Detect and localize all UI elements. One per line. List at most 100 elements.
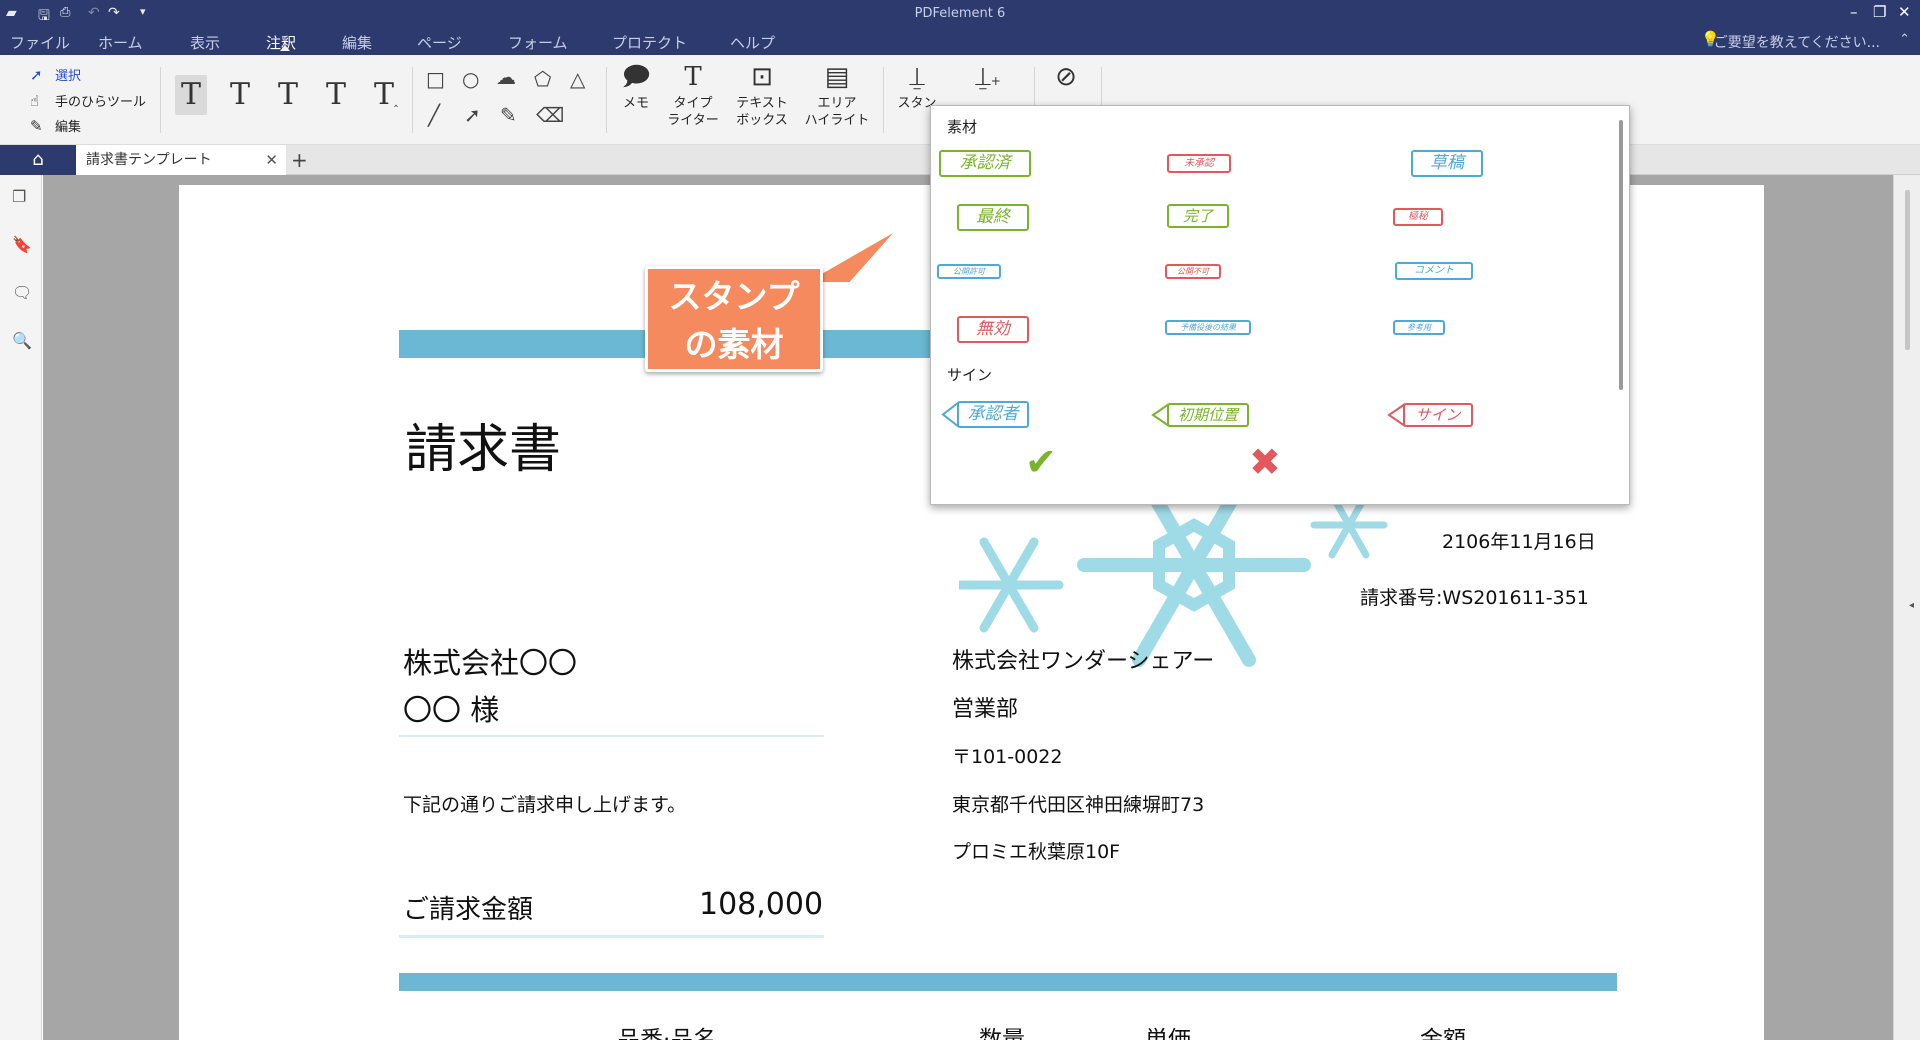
menu-protect[interactable]: プロテクト xyxy=(612,32,687,53)
ribbon-divider xyxy=(160,67,161,133)
ribbon-divider xyxy=(412,67,413,133)
menu-form[interactable]: フォーム xyxy=(508,32,568,53)
vertical-scrollbar[interactable] xyxy=(1905,190,1910,350)
strikethrough-text-icon[interactable]: T xyxy=(272,75,304,115)
stamp-void[interactable]: 無効 xyxy=(957,316,1029,343)
stamp-comment[interactable]: コメント xyxy=(1395,262,1473,280)
maximize-icon[interactable]: ❐ xyxy=(1873,3,1886,21)
hand-tool-label: 手のひらツール xyxy=(55,95,147,110)
home-icon: ⌂ xyxy=(32,149,44,170)
edit-icon: ✎ xyxy=(30,116,43,135)
typewriter-label-1: タイプ xyxy=(673,96,713,111)
area-highlight-label-2: ハイライト xyxy=(804,113,870,128)
ribbon-divider xyxy=(606,67,607,133)
bookmark-icon[interactable]: 🔖 xyxy=(12,235,32,254)
area-highlight-tool[interactable]: ▤ エリア ハイライト xyxy=(802,59,872,129)
thumbnails-icon[interactable]: ❐ xyxy=(12,187,26,206)
menu-file[interactable]: ファイル xyxy=(10,32,70,53)
squiggly-text-icon[interactable]: T xyxy=(320,75,352,115)
textbox-tool[interactable]: ⊡ テキスト ボックス xyxy=(733,59,791,129)
sign-signature[interactable]: サイン xyxy=(1403,403,1473,427)
snowflake-decoration xyxy=(959,485,1388,667)
minimize-icon[interactable]: – xyxy=(1850,3,1858,21)
stamp-approved[interactable]: 承認済 xyxy=(939,150,1031,177)
stamp-completed[interactable]: 完了 xyxy=(1167,204,1229,228)
confirm-check-icon[interactable]: ✔ xyxy=(1025,440,1057,484)
menu-help[interactable]: ヘルプ xyxy=(730,32,775,53)
stamp-for-reference[interactable]: 参考用 xyxy=(1393,320,1445,335)
callout-line-1: スタンプ xyxy=(668,277,800,316)
typewriter-tool[interactable]: T タイプ ライター xyxy=(664,59,722,129)
stamp-material-callout: スタンプ の素材 xyxy=(645,266,823,372)
sign-signature-tip xyxy=(1387,403,1406,427)
signature-stamp-tool[interactable]: ⍊+ xyxy=(968,59,1008,95)
document-tab-label: 請求書テンプレート xyxy=(86,152,212,168)
home-tab[interactable]: ⌂ xyxy=(0,145,76,175)
client-underline xyxy=(399,735,824,737)
menu-home[interactable]: ホーム xyxy=(98,32,143,53)
typewriter-icon: T xyxy=(684,62,702,92)
cursor-icon: ➚ xyxy=(30,65,43,84)
ribbon-divider xyxy=(883,67,884,133)
comments-icon[interactable]: 🗨 xyxy=(12,283,32,302)
polyline-icon[interactable]: △ xyxy=(570,67,585,91)
rectangle-icon[interactable]: □ xyxy=(426,67,445,91)
cloud-icon[interactable]: ☁ xyxy=(496,65,516,89)
menu-view[interactable]: 表示 xyxy=(190,32,220,53)
menu-bar: ファイル ホーム 表示 注釈 編集 ページ フォーム プロテクト ヘルプ 💡 ご… xyxy=(0,27,1920,55)
invoice-title: 請求書 xyxy=(405,420,562,480)
select-tool[interactable]: ➚ 選択 xyxy=(30,65,81,85)
hand-icon: ☝ xyxy=(30,91,40,110)
stamp-public-allowed[interactable]: 公開許可 xyxy=(937,264,1001,279)
pencil-icon[interactable]: ✎ xyxy=(500,103,517,127)
stamp-icon: ⍊ xyxy=(909,62,925,92)
insert-text-icon[interactable]: T‸ xyxy=(366,75,406,115)
app-window: ▰ 🖫 ⎙ ↶ ↷ ▾ PDFelement 6 – ❐ ✕ ファイル ホーム … xyxy=(0,0,1920,1040)
highlight-text-icon[interactable]: T xyxy=(175,75,207,115)
stamp-reserve-result[interactable]: 予備役後の結果 xyxy=(1165,320,1251,335)
stamp-confidential[interactable]: 極秘 xyxy=(1393,208,1443,226)
sign-approver[interactable]: 承認者 xyxy=(957,401,1029,428)
invoice-intro: 下記の通りご請求申し上げます。 xyxy=(403,794,687,816)
menu-page[interactable]: ページ xyxy=(417,32,462,53)
title-bar: ▰ 🖫 ⎙ ↶ ↷ ▾ PDFelement 6 – ❐ ✕ xyxy=(0,0,1920,27)
hand-tool[interactable]: ☝ 手のひらツール xyxy=(30,91,147,111)
issuer-company: 株式会社ワンダーシェアー xyxy=(952,649,1215,674)
line-icon[interactable]: ╱ xyxy=(428,103,440,127)
document-tab[interactable]: 請求書テンプレート ✕ xyxy=(76,145,286,175)
collapse-ribbon-icon[interactable]: ⌃ xyxy=(1899,32,1910,47)
stamp-panel-scrollbar[interactable] xyxy=(1619,120,1623,390)
close-tab-icon[interactable]: ✕ xyxy=(265,145,278,175)
active-menu-indicator xyxy=(280,45,290,51)
arrow-icon[interactable]: ➚ xyxy=(464,103,481,127)
textbox-label-1: テキスト xyxy=(736,96,788,111)
stamp-public-not-allowed[interactable]: 公開不可 xyxy=(1165,264,1221,279)
expand-right-panel-icon[interactable]: ◂ xyxy=(1909,600,1914,611)
sign-section-title: サイン xyxy=(947,366,993,384)
note-tool[interactable]: 🗩 メモ xyxy=(614,59,658,112)
menu-edit[interactable]: 編集 xyxy=(342,32,372,53)
stamp-not-approved[interactable]: 未承認 xyxy=(1167,154,1231,173)
stamp-draft[interactable]: 草稿 xyxy=(1411,150,1483,177)
feedback-link[interactable]: ご要望を教えてください... xyxy=(1714,32,1880,52)
area-highlight-icon: ▤ xyxy=(824,62,850,92)
polygon-icon[interactable]: ⬠ xyxy=(534,67,551,91)
note-icon: 🗩 xyxy=(621,62,651,92)
issuer-postal-code: 〒101-0022 xyxy=(952,746,1063,768)
sign-initial-position[interactable]: 初期位置 xyxy=(1167,403,1249,427)
search-icon[interactable]: 🔍 xyxy=(12,331,32,350)
cancel-x-icon[interactable]: ✖ xyxy=(1249,440,1281,484)
edit-tool[interactable]: ✎ 編集 xyxy=(30,116,81,136)
new-tab-icon[interactable]: + xyxy=(291,145,308,175)
hide-comments-tool[interactable]: ⊘ xyxy=(1046,59,1086,95)
eraser-icon[interactable]: ⌫ xyxy=(536,103,564,127)
eye-off-icon: ⊘ xyxy=(1055,62,1077,92)
table-header-band xyxy=(399,973,1617,991)
stamp-final[interactable]: 最終 xyxy=(957,204,1029,231)
textbox-icon: ⊡ xyxy=(751,62,773,92)
amount-underline xyxy=(399,935,824,938)
underline-text-icon[interactable]: T xyxy=(224,75,256,115)
invoice-date: 2106年11月16日 xyxy=(1442,531,1596,553)
oval-icon[interactable]: ○ xyxy=(462,67,479,91)
close-window-icon[interactable]: ✕ xyxy=(1898,3,1911,21)
